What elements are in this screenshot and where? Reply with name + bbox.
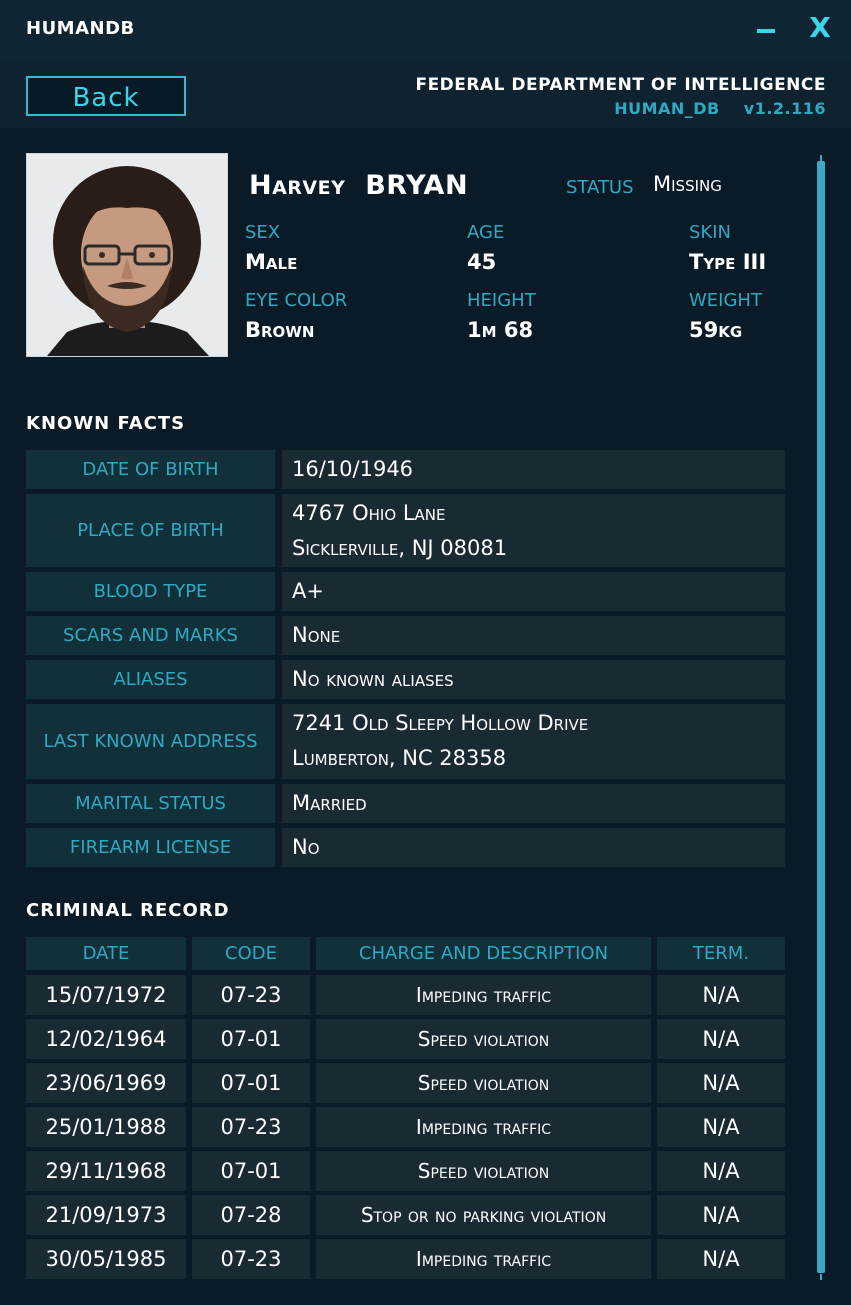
record-term-cell: N/A xyxy=(657,1063,785,1103)
eye-color-value: Brown xyxy=(245,318,315,342)
fact-value: 7241 Old Sleepy Hollow Drive Lumberton, N… xyxy=(282,704,785,779)
version-line: HUMAN_DB v1.2.116 xyxy=(614,99,826,118)
column-header-code: CODE xyxy=(192,937,310,970)
fact-value-line: Sicklerville, NJ 08081 xyxy=(292,536,508,560)
scrollbar[interactable] xyxy=(815,155,827,1280)
record-term-cell: N/A xyxy=(657,1195,785,1235)
back-button[interactable]: Back xyxy=(26,76,186,116)
known-facts-title: KNOWN FACTS xyxy=(26,413,186,434)
fact-value: 4767 Ohio Lane Sicklerville, NJ 08081 xyxy=(282,494,785,567)
fact-label: PLACE OF BIRTH xyxy=(26,494,275,567)
fact-value-line: 16/10/1946 xyxy=(292,457,414,481)
record-charge-cell: Speed violation xyxy=(316,1019,651,1059)
record-code-cell: 07-23 xyxy=(192,1239,310,1279)
record-date-cell: 25/01/1988 xyxy=(26,1107,186,1147)
sex-value: Male xyxy=(245,250,298,274)
column-header-charge: CHARGE AND DESCRIPTION xyxy=(316,937,651,970)
column-header-date: DATE xyxy=(26,937,186,970)
fact-label: FIREARM LICENSE xyxy=(26,828,275,867)
record-term-cell: N/A xyxy=(657,975,785,1015)
app-title: HUMANDB xyxy=(26,18,135,39)
fact-label: SCARS AND MARKS xyxy=(26,616,275,655)
record-date-cell: 30/05/1985 xyxy=(26,1239,186,1279)
record-date-cell: 15/07/1972 xyxy=(26,975,186,1015)
fact-value: Married xyxy=(282,784,785,823)
record-term-cell: N/A xyxy=(657,1239,785,1279)
fact-value: None xyxy=(282,616,785,655)
close-icon[interactable]: X xyxy=(806,12,834,44)
record-code-cell: 07-23 xyxy=(192,1107,310,1147)
fact-value: No known aliases xyxy=(282,660,785,699)
fact-label: LAST KNOWN ADDRESS xyxy=(26,704,275,779)
version-number: v1.2.116 xyxy=(743,99,826,118)
age-value: 45 xyxy=(467,250,497,274)
height-value: 1m 68 xyxy=(467,318,534,342)
first-name: Harvey xyxy=(249,170,346,201)
height-label: HEIGHT xyxy=(467,290,536,311)
status-label: STATUS xyxy=(566,177,634,198)
record-charge-cell: Speed violation xyxy=(316,1151,651,1191)
fact-label: MARITAL STATUS xyxy=(26,784,275,823)
fact-value-line: None xyxy=(292,623,341,647)
fact-value-line: 7241 Old Sleepy Hollow Drive xyxy=(292,711,589,735)
record-charge-cell: Stop or no parking violation xyxy=(316,1195,651,1235)
minimize-icon[interactable] xyxy=(757,29,775,33)
record-date-cell: 29/11/1968 xyxy=(26,1151,186,1191)
eye-color-label: EYE COLOR xyxy=(245,290,348,311)
fact-value-line: No known aliases xyxy=(292,667,454,691)
last-name: BRYAN xyxy=(365,170,469,201)
record-date-cell: 21/09/1973 xyxy=(26,1195,186,1235)
weight-value: 59kg xyxy=(689,318,743,342)
record-term-cell: N/A xyxy=(657,1107,785,1147)
record-date-cell: 12/02/1964 xyxy=(26,1019,186,1059)
record-code-cell: 07-23 xyxy=(192,975,310,1015)
record-code-cell: 07-01 xyxy=(192,1151,310,1191)
column-header-term: TERM. xyxy=(657,937,785,970)
criminal-record-title: CRIMINAL RECORD xyxy=(26,900,230,921)
fact-value: No xyxy=(282,828,785,867)
record-code-cell: 07-01 xyxy=(192,1019,310,1059)
fact-value: A+ xyxy=(282,572,785,611)
record-charge-cell: Impeding traffic xyxy=(316,975,651,1015)
fact-value-line: Lumberton, NC 28358 xyxy=(292,746,507,770)
fact-value: 16/10/1946 xyxy=(282,450,785,489)
fact-value-line: No xyxy=(292,835,320,859)
skin-value: Type III xyxy=(689,250,767,274)
record-term-cell: N/A xyxy=(657,1019,785,1059)
subject-name: Harvey BRYAN xyxy=(249,170,468,201)
record-code-cell: 07-01 xyxy=(192,1063,310,1103)
record-date-cell: 23/06/1969 xyxy=(26,1063,186,1103)
record-charge-cell: Impeding traffic xyxy=(316,1239,651,1279)
fact-value-line: Married xyxy=(292,791,367,815)
record-charge-cell: Impeding traffic xyxy=(316,1107,651,1147)
fact-value-line: 4767 Ohio Lane xyxy=(292,501,446,525)
agency-title: FEDERAL DEPARTMENT OF INTELLIGENCE xyxy=(415,75,826,95)
record-charge-cell: Speed violation xyxy=(316,1063,651,1103)
scrollbar-thumb[interactable] xyxy=(817,161,825,1273)
fact-label: DATE OF BIRTH xyxy=(26,450,275,489)
fact-value-line: A+ xyxy=(292,579,324,603)
record-term-cell: N/A xyxy=(657,1151,785,1191)
subject-photo xyxy=(26,153,228,357)
record-code-cell: 07-28 xyxy=(192,1195,310,1235)
fact-label: BLOOD TYPE xyxy=(26,572,275,611)
sex-label: SEX xyxy=(245,222,281,243)
status-value: Missing xyxy=(653,172,722,196)
db-name: HUMAN_DB xyxy=(614,99,720,118)
skin-label: SKIN xyxy=(689,222,732,243)
scroll-cap-bottom xyxy=(820,1274,822,1280)
age-label: AGE xyxy=(467,222,505,243)
fact-label: ALIASES xyxy=(26,660,275,699)
weight-label: WEIGHT xyxy=(689,290,762,311)
